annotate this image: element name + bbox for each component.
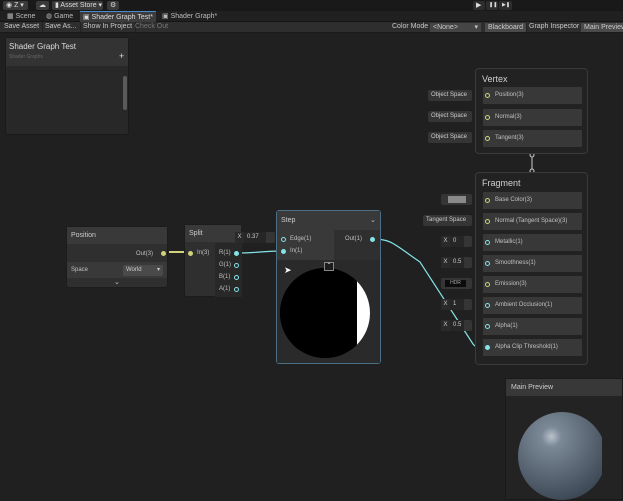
main-preview-title: Main Preview (506, 379, 622, 396)
out-a-label: A(1) (219, 286, 231, 292)
position-space-input[interactable]: Object Space (428, 90, 472, 101)
node-title: Step (277, 211, 380, 230)
blackboard-panel: Shader Graph Test Shader Graphs + (5, 37, 129, 135)
node-preview: ⌃ (277, 260, 380, 363)
vertex-title: Vertex (482, 74, 508, 84)
vertex-tangent-slot[interactable]: Tangent(3) (483, 130, 582, 147)
normal-space-input[interactable]: Object Space (428, 111, 472, 122)
out-port-label: Out(3) (135, 251, 153, 257)
normal-slot[interactable]: Normal (Tangent Space)(3) (483, 213, 582, 230)
out-b-port[interactable] (234, 275, 239, 280)
alpha-slot[interactable]: Alpha(1) (483, 318, 582, 335)
port[interactable] (485, 93, 490, 98)
slot-label: Alpha Clip Threshold(1) (495, 344, 558, 350)
slot-label: Base Color(3) (495, 197, 533, 203)
blackboard-subtitle: Shader Graphs (9, 54, 43, 60)
out-port[interactable] (370, 237, 375, 242)
add-property-button[interactable]: + (119, 51, 124, 61)
in-port-label: In(3) (197, 250, 210, 256)
chevron-down-icon[interactable]: ⌄ (114, 278, 120, 286)
slot-label: Smoothness(1) (495, 260, 536, 266)
fragment-context: Fragment Base Color(3) Normal (Tangent S… (475, 172, 588, 365)
wire-step-alpha-clip (372, 238, 488, 349)
fragment-title: Fragment (482, 178, 521, 188)
slot-label: Emission(3) (495, 281, 527, 287)
out-b-label: B(1) (219, 274, 231, 280)
node-title: Position (67, 227, 167, 244)
emission-input[interactable]: HDR (441, 278, 472, 289)
in-port[interactable] (281, 249, 286, 254)
emission-slot[interactable]: Emission(3) (483, 276, 582, 293)
normal-space-input[interactable]: Tangent Space (423, 215, 472, 226)
vertex-position-slot[interactable]: Position(3) (483, 87, 582, 104)
port[interactable] (485, 261, 490, 266)
blackboard-title: Shader Graph Test (9, 42, 77, 51)
port[interactable] (485, 115, 490, 120)
color-swatch[interactable] (448, 196, 466, 203)
preview-sphere[interactable] (506, 396, 623, 501)
step-preview-image (280, 268, 370, 358)
vertex-normal-slot[interactable]: Normal(3) (483, 109, 582, 126)
port[interactable] (485, 219, 490, 224)
in-label: In(1) (290, 248, 303, 254)
port[interactable] (485, 345, 490, 350)
out-label: Out(1) (344, 236, 362, 242)
alpha-clip-slot[interactable]: Alpha Clip Threshold(1) (483, 339, 582, 356)
edge-input[interactable]: X 0.37 (235, 232, 275, 243)
space-dropdown[interactable]: World ▾ (123, 265, 163, 276)
metallic-slot[interactable]: Metallic(1) (483, 234, 582, 251)
edge-port[interactable] (281, 237, 286, 242)
split-node[interactable]: Split In(3) R(1) G(1) B(1) A(1) (184, 224, 242, 297)
base-color-slot[interactable]: Base Color(3) (483, 192, 582, 209)
in-port[interactable] (188, 251, 193, 256)
base-color-input[interactable] (441, 194, 472, 205)
slot-label: Position(3) (495, 92, 524, 98)
collapse-preview-button[interactable]: ⌃ (324, 262, 334, 271)
alpha-input[interactable]: X 0.5 (441, 320, 472, 331)
vertex-context: Vertex Position(3) Normal(3) Tangent(3) (475, 68, 588, 154)
slot-label: Alpha(1) (495, 323, 518, 329)
step-node[interactable]: Step ⌄ Edge(1) In(1) Out(1) ⌃ (276, 210, 381, 364)
space-label: Space (71, 267, 89, 273)
slot-label: Ambient Occlusion(1) (495, 302, 553, 308)
out-a-port[interactable] (234, 287, 239, 292)
hdr-swatch[interactable]: HDR (445, 280, 466, 287)
smoothness-slot[interactable]: Smoothness(1) (483, 255, 582, 272)
mouse-cursor-icon: ➤ (284, 265, 292, 275)
port[interactable] (485, 198, 490, 203)
edge-label: Edge(1) (290, 236, 312, 242)
port[interactable] (485, 303, 490, 308)
smoothness-input[interactable]: X 0.5 (441, 257, 472, 268)
out-port[interactable] (161, 251, 166, 256)
tangent-space-input[interactable]: Object Space (428, 132, 472, 143)
node-title: Split (185, 225, 241, 242)
port[interactable] (485, 324, 490, 329)
ambient-occlusion-input[interactable]: X1 (441, 299, 472, 310)
position-node[interactable]: Position Out(3) Space World ▾ ⌄ (66, 226, 168, 288)
port[interactable] (485, 136, 490, 141)
metallic-input[interactable]: X0 (441, 236, 472, 247)
slot-label: Normal (Tangent Space)(3) (495, 218, 568, 224)
out-g-label: G(1) (219, 262, 231, 268)
slot-label: Metallic(1) (495, 239, 523, 245)
main-preview-panel: Main Preview (505, 378, 623, 500)
slot-label: Tangent(3) (495, 135, 524, 141)
out-g-port[interactable] (234, 263, 239, 268)
port[interactable] (485, 240, 490, 245)
ambient-occlusion-slot[interactable]: Ambient Occlusion(1) (483, 297, 582, 314)
scrollbar-thumb[interactable] (123, 76, 127, 110)
port[interactable] (485, 282, 490, 287)
chevron-down-icon[interactable]: ⌄ (370, 216, 376, 224)
out-r-label: R(1) (219, 250, 231, 256)
slot-label: Normal(3) (495, 114, 522, 120)
out-r-port[interactable] (234, 251, 239, 256)
